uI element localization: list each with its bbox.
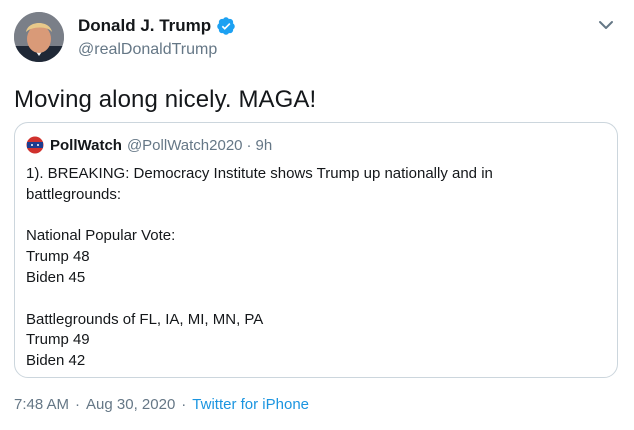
quoted-author-avatar — [26, 136, 44, 154]
tweet-header: Donald J. Trump @realDonaldTrump — [14, 8, 236, 66]
author-display-name[interactable]: Donald J. Trump — [78, 16, 211, 36]
quoted-line: Trump 48 — [26, 248, 90, 266]
quoted-line: Biden 42 — [26, 352, 86, 370]
tweet-text: Moving along nicely. MAGA! — [14, 86, 317, 113]
quoted-tweet[interactable]: PollWatch @PollWatch2020 · 9h 1). BREAKI… — [14, 122, 618, 378]
tweet-date[interactable]: Aug 30, 2020 — [86, 396, 175, 413]
tweet-time[interactable]: 7:48 AM — [14, 396, 69, 413]
footer-separator: · — [181, 396, 187, 413]
footer-separator: · — [75, 396, 81, 413]
quoted-separator: · — [246, 136, 252, 154]
quoted-tweet-header: PollWatch @PollWatch2020 · 9h — [26, 135, 605, 155]
author-handle[interactable]: @realDonaldTrump — [78, 41, 236, 59]
author-avatar[interactable] — [14, 12, 64, 62]
quoted-author-handle: @PollWatch2020 — [126, 136, 243, 154]
author-names: Donald J. Trump @realDonaldTrump — [78, 15, 236, 59]
quoted-line: Battlegrounds of FL, IA, MI, MN, PA — [26, 310, 264, 328]
tweet-card: Donald J. Trump @realDonaldTrump Moving … — [0, 0, 634, 430]
author-avatar-image — [14, 12, 64, 62]
quoted-line: National Popular Vote: — [26, 227, 176, 245]
chevron-down-icon[interactable] — [596, 15, 616, 35]
quoted-line: Biden 45 — [26, 268, 86, 286]
quoted-line: battlegrounds: — [26, 185, 122, 203]
quoted-line: Trump 49 — [26, 331, 90, 349]
name-row: Donald J. Trump — [78, 15, 236, 37]
tweet-source-link[interactable]: Twitter for iPhone — [192, 396, 309, 413]
quoted-line: 1). BREAKING: Democracy Institute shows … — [26, 165, 493, 182]
tweet-footer: 7:48 AM · Aug 30, 2020 · Twitter for iPh… — [14, 396, 309, 413]
quoted-tweet-body: 1). BREAKING: Democracy Institute shows … — [26, 164, 605, 372]
verified-badge-icon — [216, 16, 236, 36]
quoted-timestamp: 9h — [255, 136, 273, 154]
quoted-line — [26, 289, 605, 310]
quoted-author-name: PollWatch — [50, 136, 122, 154]
quoted-line — [26, 206, 605, 227]
